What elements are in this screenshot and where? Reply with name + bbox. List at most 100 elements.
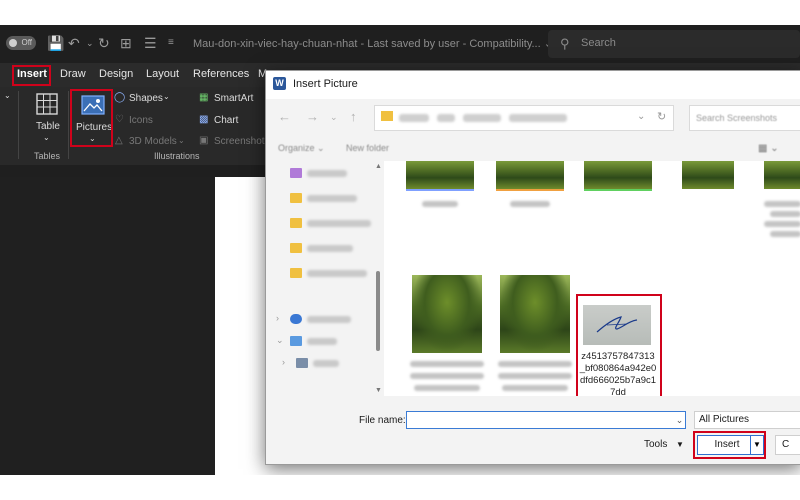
file-name bbox=[498, 373, 572, 379]
search-placeholder: Search bbox=[581, 37, 616, 49]
scroll-down-icon[interactable]: ▼ bbox=[375, 387, 382, 394]
file-name-label: File name: bbox=[359, 415, 406, 426]
redo-icon[interactable]: ↻ bbox=[98, 35, 110, 51]
image-thumbnail[interactable] bbox=[406, 161, 474, 191]
image-thumbnail[interactable] bbox=[500, 275, 570, 353]
address-crumb bbox=[437, 114, 455, 122]
tab-layout[interactable]: Layout bbox=[146, 68, 179, 80]
collapse-chevron-icon[interactable]: ⌄ bbox=[4, 91, 11, 100]
file-name bbox=[502, 385, 568, 391]
image-thumbnail[interactable] bbox=[496, 161, 564, 191]
organize-button[interactable]: Organize ⌄ bbox=[278, 143, 325, 154]
file-name bbox=[410, 373, 484, 379]
new-folder-button[interactable]: New folder bbox=[346, 143, 389, 153]
collapse-chevron-icon: ⌄ bbox=[276, 335, 284, 345]
icons-icon: ♡ bbox=[115, 114, 124, 125]
folder-icon bbox=[290, 193, 302, 203]
image-thumbnail[interactable] bbox=[584, 161, 652, 191]
drive-icon bbox=[296, 358, 308, 368]
shapes-dropdown-icon[interactable]: ⌄ bbox=[163, 92, 170, 101]
image-thumbnail[interactable] bbox=[682, 161, 734, 189]
tables-group-label: Tables bbox=[34, 151, 61, 161]
navigation-pane: › ⌄ › bbox=[266, 161, 380, 396]
forward-arrow-icon[interactable]: → bbox=[306, 109, 319, 124]
dialog-nav-row: ← → ⌄ ↑ ⌄ ↻ Search Screenshots bbox=[266, 99, 800, 137]
smartart-button[interactable]: SmartArt bbox=[214, 93, 253, 104]
folder-icon bbox=[381, 111, 393, 121]
signature-file-highlight bbox=[576, 294, 662, 403]
tools-button[interactable]: Tools bbox=[644, 439, 667, 450]
shapes-button[interactable]: Shapes bbox=[129, 93, 163, 104]
scroll-up-icon[interactable]: ▲ bbox=[375, 163, 382, 170]
screenshot-icon: ▣ bbox=[199, 135, 209, 146]
save-icon[interactable]: 💾 bbox=[47, 35, 64, 51]
up-arrow-icon[interactable]: ↑ bbox=[350, 109, 357, 124]
address-crumb bbox=[463, 114, 501, 122]
3d-models-dropdown-icon[interactable]: ⌄ bbox=[178, 136, 185, 145]
back-arrow-icon[interactable]: ← bbox=[278, 109, 291, 124]
screenshot-button[interactable]: Screenshot bbox=[214, 136, 265, 147]
folder-icon bbox=[290, 218, 302, 228]
chart-button[interactable]: Chart bbox=[214, 115, 238, 126]
search-icon: ⚲ bbox=[560, 36, 570, 51]
nav-item-label bbox=[307, 220, 371, 227]
nav-item-label bbox=[307, 170, 347, 177]
cancel-button[interactable]: C bbox=[775, 435, 800, 455]
tab-references[interactable]: References bbox=[193, 68, 249, 80]
view-options-icon[interactable]: ▦ ⌄ bbox=[758, 143, 779, 154]
autosave-state: Off bbox=[21, 38, 32, 47]
customize-toolbar-icon[interactable]: ≡ bbox=[168, 35, 174, 51]
refresh-icon[interactable]: ↻ bbox=[657, 110, 666, 123]
file-name bbox=[510, 201, 550, 207]
address-dropdown-icon[interactable]: ⌄ bbox=[637, 111, 645, 122]
smartart-icon: ▦ bbox=[199, 92, 209, 103]
computer-icon bbox=[290, 336, 302, 346]
file-name bbox=[414, 385, 480, 391]
nav-scrollbar[interactable] bbox=[376, 271, 380, 351]
list-icon[interactable]: ☰ bbox=[144, 35, 157, 51]
cloud-icon bbox=[290, 314, 302, 324]
illustrations-group-label: Illustrations bbox=[154, 151, 200, 161]
file-name bbox=[410, 361, 484, 367]
tab-draw[interactable]: Draw bbox=[60, 68, 86, 80]
recent-dropdown-icon[interactable]: ⌄ bbox=[330, 112, 338, 123]
document-title: Mau-don-xin-viec-hay-chuan-nhat - Last s… bbox=[193, 38, 553, 50]
autosave-toggle[interactable]: Off bbox=[6, 36, 36, 50]
file-type-select[interactable]: All Pictures bbox=[694, 411, 800, 429]
3d-models-icon: △ bbox=[115, 135, 123, 146]
nav-item-label bbox=[307, 316, 351, 323]
nav-item-label bbox=[307, 195, 357, 202]
icons-button[interactable]: Icons bbox=[129, 115, 153, 126]
table-dropdown-icon: ⌄ bbox=[43, 133, 50, 142]
undo-icon[interactable]: ↶ bbox=[68, 35, 80, 51]
file-name bbox=[422, 201, 458, 207]
table-label: Table bbox=[36, 121, 60, 132]
folder-icon bbox=[290, 268, 302, 278]
chart-icon: ▩ bbox=[199, 114, 209, 125]
nav-item-label bbox=[307, 245, 353, 252]
address-crumb bbox=[509, 114, 567, 122]
crop-icon[interactable]: ⊞ bbox=[120, 35, 132, 51]
file-name bbox=[770, 231, 800, 237]
address-bar[interactable]: ⌄ ↻ bbox=[374, 105, 674, 131]
file-type-value: All Pictures bbox=[699, 414, 750, 425]
image-thumbnail[interactable] bbox=[764, 161, 800, 189]
address-crumb bbox=[399, 114, 429, 122]
file-name-dropdown-icon[interactable]: ⌄ bbox=[673, 411, 686, 429]
insert-tab-highlight bbox=[12, 65, 51, 86]
3d-models-button[interactable]: 3D Models bbox=[129, 136, 177, 147]
dialog-search-input[interactable]: Search Screenshots bbox=[689, 105, 800, 131]
dialog-title-bar: W Insert Picture bbox=[266, 71, 800, 99]
ribbon-divider bbox=[68, 91, 69, 159]
search-input[interactable]: ⚲ Search bbox=[548, 30, 800, 58]
expand-chevron-icon: › bbox=[276, 313, 279, 323]
dialog-footer: File name: ⌄ All Pictures Tools ▼ Insert… bbox=[266, 396, 800, 464]
image-thumbnail[interactable] bbox=[412, 275, 482, 353]
table-button[interactable]: Table ⌄ bbox=[28, 91, 66, 147]
undo-dropdown-icon[interactable]: ⌄ bbox=[86, 35, 94, 51]
tab-design[interactable]: Design bbox=[99, 68, 133, 80]
dialog-title: Insert Picture bbox=[293, 78, 358, 90]
tools-dropdown-icon[interactable]: ▼ bbox=[676, 440, 684, 449]
word-window: Off 💾 ↶ ⌄ ↻ ⊞ ☰ ≡ Mau-don-xin-viec-hay-c… bbox=[0, 25, 800, 475]
file-name-input[interactable] bbox=[406, 411, 686, 429]
